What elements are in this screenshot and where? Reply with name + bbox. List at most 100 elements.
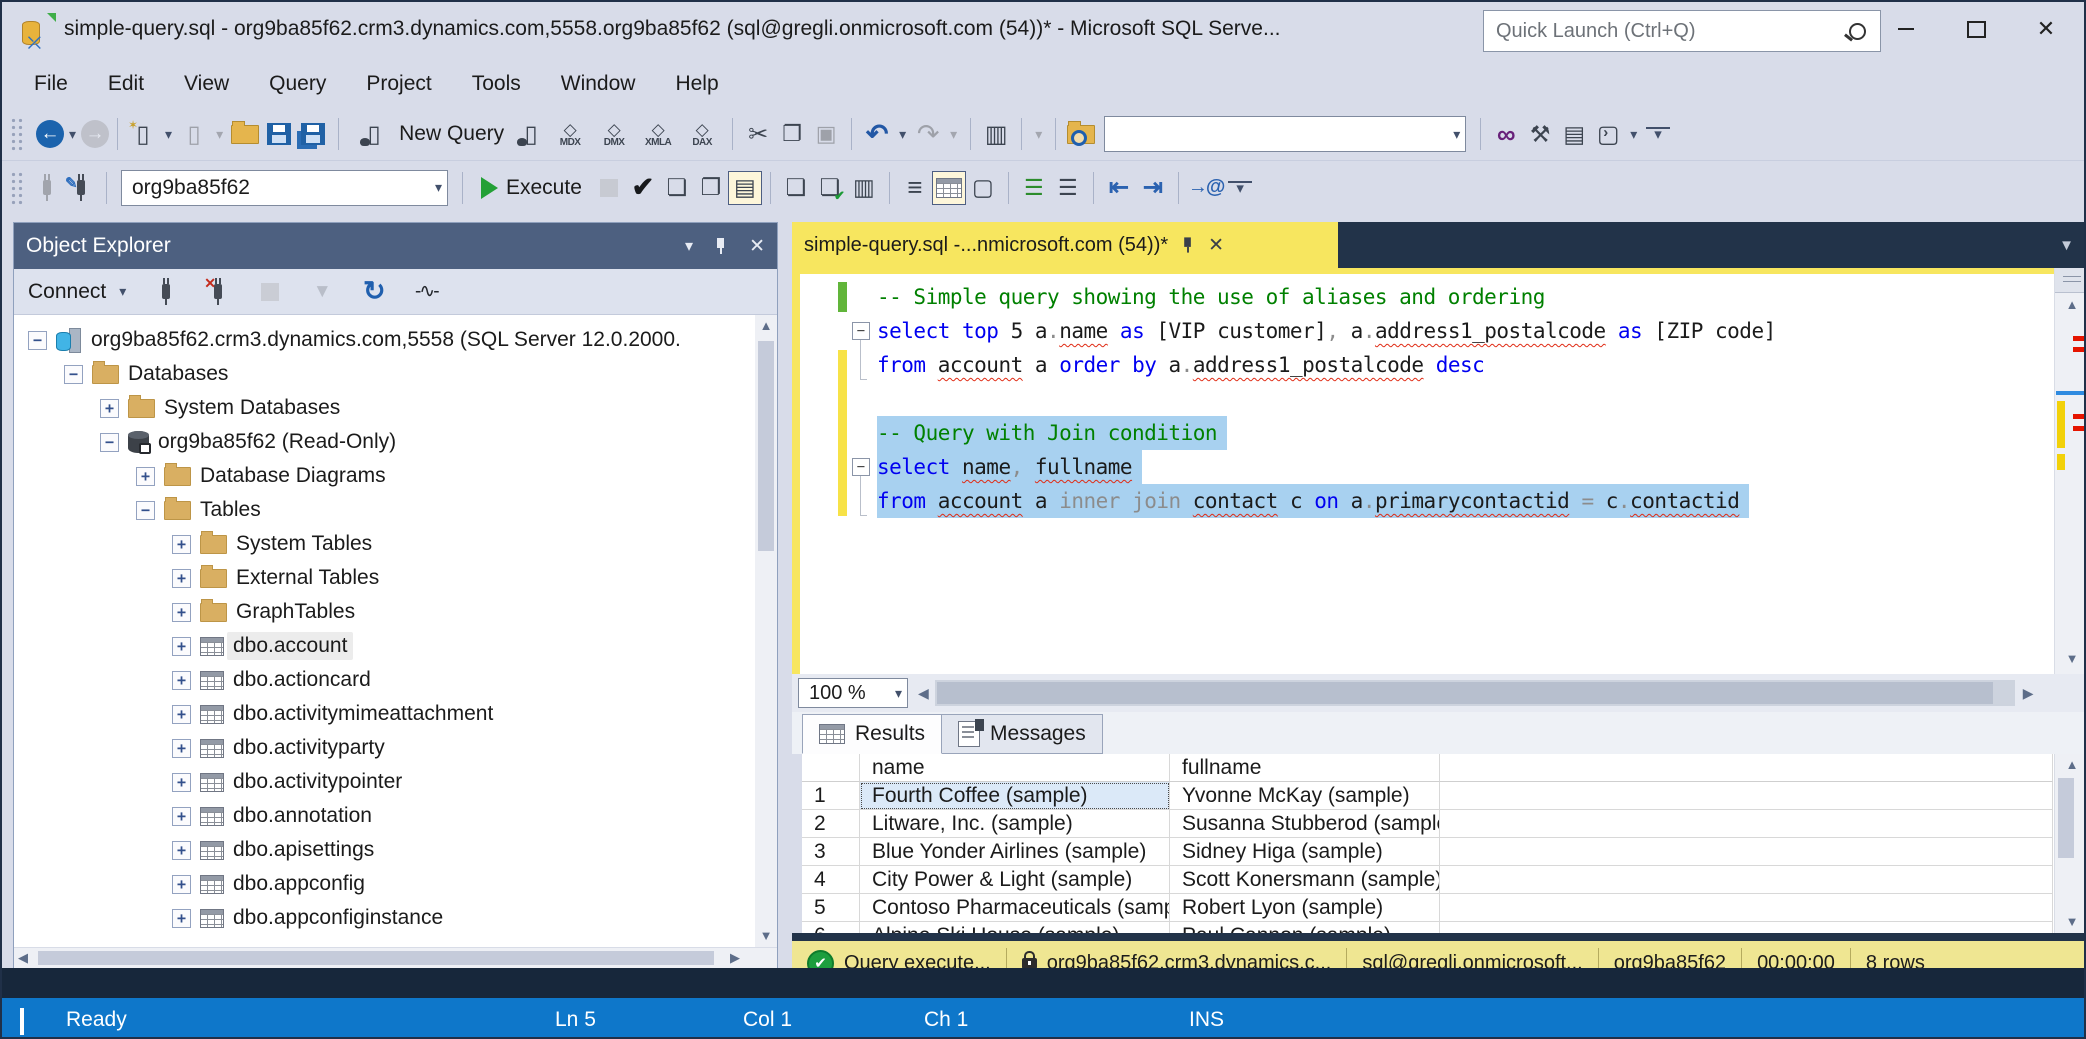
data-cell[interactable]: Alpine Ski House (sample) [860,922,1170,933]
mdx-query-icon[interactable]: ◇MDX [548,112,592,156]
cut-icon[interactable] [741,117,775,151]
data-cell[interactable]: Robert Lyon (sample) [1170,894,1440,922]
menu-file[interactable]: File [14,59,88,108]
data-cell[interactable] [1440,838,2053,866]
disconnect-icon[interactable]: ✕ [201,275,235,309]
expand-icon[interactable]: + [172,535,191,554]
expand-icon[interactable]: + [172,603,191,622]
panel-menu-chevron-icon[interactable]: ▾ [685,236,693,256]
estimated-plan-icon[interactable] [660,171,694,205]
expand-icon[interactable]: + [172,807,191,826]
scroll-down-icon[interactable]: ▼ [2055,911,2086,933]
new-file-icon[interactable] [126,117,160,151]
maximize-button[interactable] [1948,8,2004,50]
toolbar-grip[interactable] [10,117,24,151]
connect-button[interactable]: Connect ▾ [28,280,131,304]
actual-execution-plan-icon[interactable] [779,171,813,205]
tree-item[interactable]: +dbo.activitypointer [172,765,402,799]
row-number-cell[interactable]: 1 [802,782,860,810]
tree-item[interactable]: +dbo.apisettings [172,833,374,867]
chevron-down-icon[interactable]: ▾ [64,126,81,143]
data-cell[interactable]: Paul Cannon (sample) [1170,922,1440,933]
expand-icon[interactable]: + [172,671,191,690]
data-cell[interactable]: Susanna Stubberod (sample) [1170,810,1440,838]
collapse-icon[interactable]: − [136,501,155,520]
chevron-down-icon[interactable]: ▾ [160,126,177,143]
scroll-down-icon[interactable]: ▼ [755,925,777,947]
editor-tab[interactable]: simple-query.sql -...nmicrosoft.com (54)… [792,222,1338,268]
code-line[interactable] [792,382,2054,416]
code-line[interactable]: select name, fullname [792,450,2054,484]
results-to-grid-icon[interactable] [932,171,966,205]
tab-results[interactable]: Results [802,714,942,754]
tree-item[interactable]: +dbo.appconfig [172,867,365,901]
copy-icon[interactable] [775,117,809,151]
toolbar-overflow-icon[interactable]: ▾ [1228,181,1252,195]
object-explorer-vscrollbar[interactable]: ▲ ▼ [755,315,777,947]
scroll-left-icon[interactable]: ◀ [18,948,28,968]
scroll-thumb[interactable] [937,682,1993,704]
undo-icon[interactable] [860,117,894,151]
collapse-icon[interactable]: − [64,365,83,384]
zoom-level-combobox[interactable]: 100 % ▾ [798,678,908,708]
tree-item[interactable]: +dbo.annotation [172,799,372,833]
data-cell[interactable]: Sidney Higa (sample) [1170,838,1440,866]
navigate-backward-icon[interactable] [36,120,64,148]
expand-icon[interactable]: + [172,909,191,928]
filter-icon[interactable] [305,275,339,309]
data-cell[interactable]: Litware, Inc. (sample) [860,810,1170,838]
row-number-cell[interactable]: 4 [802,866,860,894]
code-line[interactable]: from account a inner join contact c on a… [792,484,2054,518]
template-parameters-icon[interactable] [1187,171,1225,205]
database-engine-query-icon[interactable] [514,117,548,151]
data-cell[interactable]: Fourth Coffee (sample) [860,782,1170,810]
tree-item[interactable]: +System Databases [100,391,340,425]
row-number-cell[interactable]: 5 [802,894,860,922]
expand-icon[interactable]: + [172,705,191,724]
comment-lines-icon[interactable] [1017,171,1051,205]
chevron-down-icon[interactable]: ▾ [1625,126,1642,143]
document-list-chevron-icon[interactable]: ▼ [2059,237,2074,254]
fold-collapse-icon[interactable]: − [852,458,870,476]
command-window-icon[interactable] [1591,117,1625,151]
increase-indent-icon[interactable] [1136,171,1170,205]
object-explorer-hscrollbar[interactable]: ◀ ▶ [14,947,777,968]
toolbox-icon[interactable] [1557,117,1591,151]
parse-icon[interactable] [626,171,660,205]
tree-item[interactable]: −Databases [64,357,228,391]
tree-item[interactable]: +GraphTables [172,595,355,629]
tree-item[interactable]: +System Tables [172,527,372,561]
change-connection-icon[interactable]: ✎ [64,171,98,205]
expand-icon[interactable]: + [136,467,155,486]
find-combobox[interactable]: ▾ [1104,116,1466,152]
new-query-button[interactable]: New Query [347,114,514,154]
tree-item[interactable]: −Tables [136,493,261,527]
close-button[interactable]: ✕ [2018,8,2074,50]
xmla-query-icon[interactable]: ◇XMLA [636,112,680,156]
scroll-right-icon[interactable]: ▶ [730,948,740,968]
live-query-statistics-icon[interactable] [813,171,847,205]
scroll-thumb[interactable] [758,341,774,551]
available-databases-combobox[interactable]: org9ba85f62▾ [121,170,448,206]
data-cell[interactable] [1440,922,2053,933]
menu-window[interactable]: Window [541,59,656,108]
scroll-down-icon[interactable]: ▼ [2055,648,2086,670]
data-cell[interactable] [1440,894,2053,922]
menu-query[interactable]: Query [249,59,346,108]
visual-studio-icon[interactable] [1489,117,1523,151]
menu-tools[interactable]: Tools [452,59,541,108]
toolbar-overflow-icon[interactable]: ▾ [1646,127,1670,141]
row-number-cell[interactable]: 6 [802,922,860,933]
tree-item[interactable]: +Database Diagrams [136,459,386,493]
tree-item[interactable]: +dbo.activityparty [172,731,385,765]
data-cell[interactable] [1440,810,2053,838]
pin-icon[interactable] [1182,236,1193,253]
menu-help[interactable]: Help [655,59,738,108]
save-icon[interactable] [262,117,296,151]
activity-monitor-icon[interactable] [979,117,1013,151]
panel-close-icon[interactable]: ✕ [749,235,765,258]
quick-launch-input[interactable]: Quick Launch (Ctrl+Q) [1483,10,1881,52]
refresh-icon[interactable] [357,275,391,309]
chevron-down-icon[interactable]: ▾ [894,126,911,143]
scroll-thumb[interactable] [2058,778,2074,858]
